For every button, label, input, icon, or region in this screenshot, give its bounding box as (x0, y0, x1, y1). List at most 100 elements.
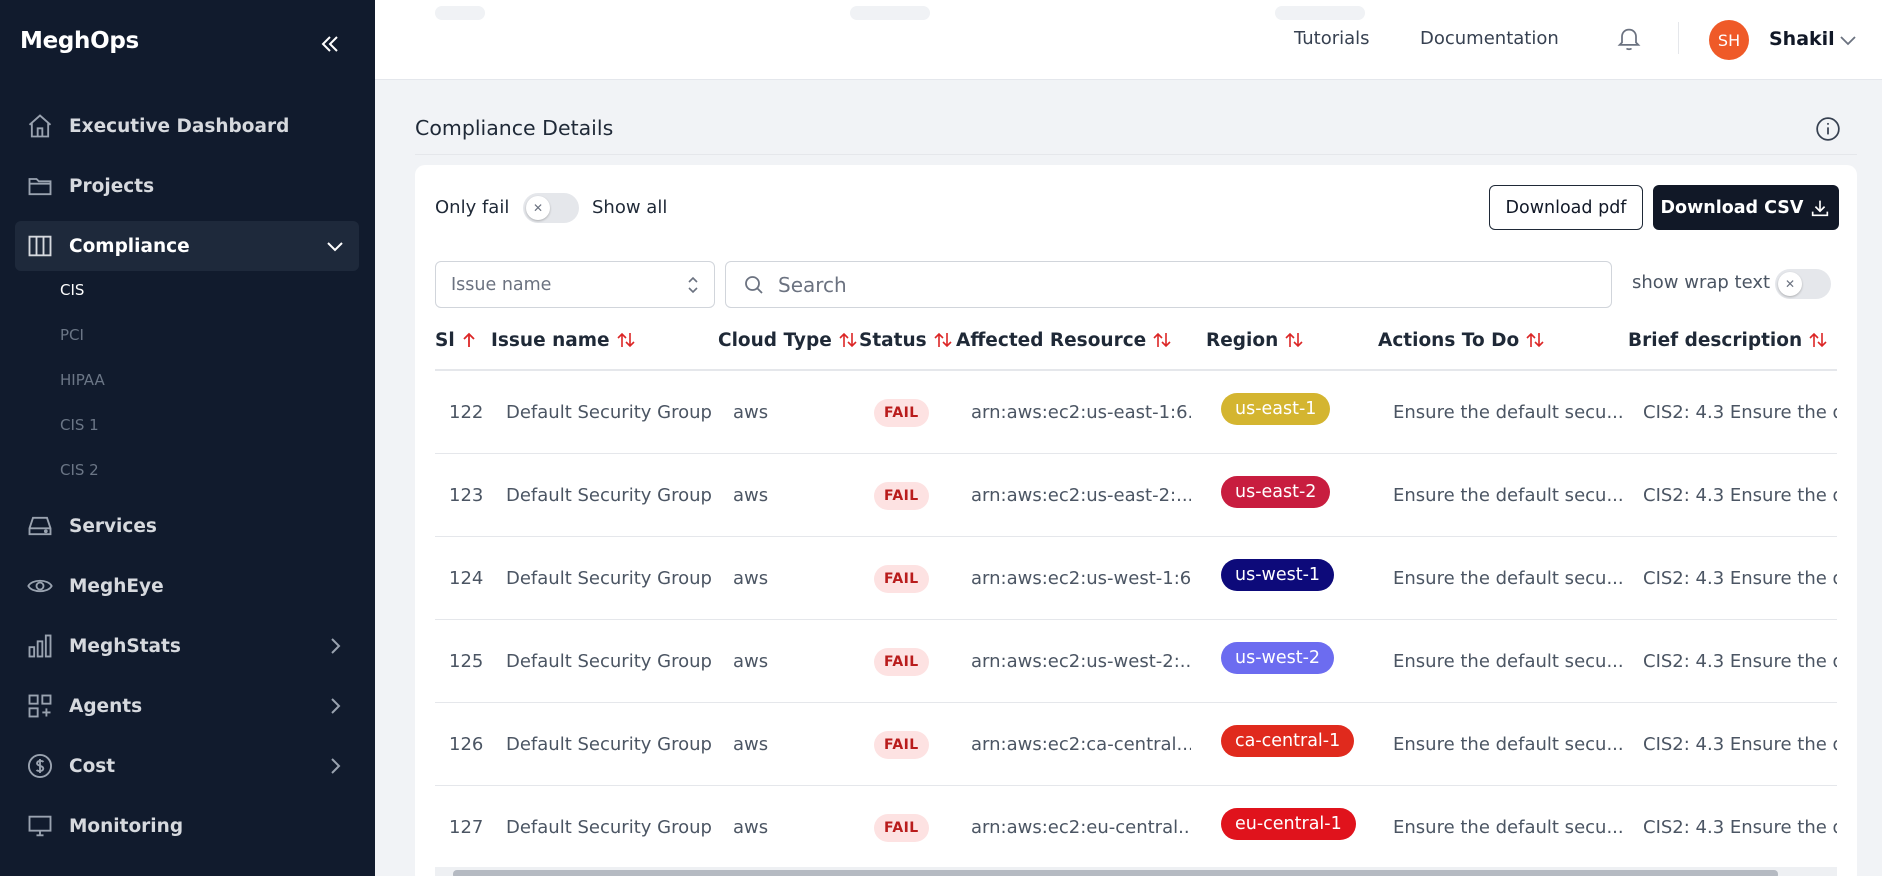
column-header-sl[interactable]: Sl (435, 320, 477, 360)
faded-header-element (435, 6, 485, 20)
info-icon[interactable] (1815, 116, 1841, 142)
columns-icon (25, 231, 55, 261)
column-header-label: Cloud Type (718, 329, 832, 351)
wrap-text-toggle[interactable]: ✕ (1775, 269, 1831, 299)
wrap-text-label: show wrap text (1632, 272, 1771, 293)
download-csv-button[interactable]: Download CSV (1653, 185, 1839, 230)
column-header-issue-name[interactable]: Issue name (491, 320, 636, 360)
sidebar-item-executive-dashboard[interactable]: Executive Dashboard (15, 101, 359, 151)
brand-logo: MeghOps (20, 28, 139, 54)
sort-icon (839, 332, 857, 348)
search-bar[interactable] (725, 261, 1612, 308)
sidebar-item-compliance[interactable]: Compliance (15, 221, 359, 271)
region-badge: ca-central-1 (1221, 724, 1355, 757)
monitor-icon (25, 811, 55, 841)
cell-sl: 122 (449, 402, 484, 423)
drive-icon (25, 511, 55, 541)
table-horizontal-scrollbar[interactable] (435, 867, 1837, 876)
sidebar: MeghOps Executive Dashboard Projects Com… (0, 0, 375, 876)
search-input[interactable] (778, 272, 1578, 297)
sort-up-icon (463, 332, 475, 347)
table-row[interactable]: 123 Default Security Group aws FAIL arn:… (435, 454, 1837, 537)
dollar-icon (25, 751, 55, 781)
collapse-sidebar-icon[interactable] (318, 32, 342, 56)
chevron-down-icon[interactable] (1838, 30, 1858, 50)
cell-actions-to-do: Ensure the default secu... (1393, 817, 1624, 838)
download-pdf-button[interactable]: Download pdf (1489, 185, 1643, 230)
cell-affected-resource: arn:aws:ec2:us-west-1:6... (971, 568, 1191, 589)
header-divider (1678, 22, 1679, 54)
top-header: Tutorials Documentation SH Shakil (375, 0, 1882, 80)
sidebar-item-projects[interactable]: Projects (15, 161, 359, 211)
cell-sl: 127 (449, 817, 484, 838)
status-badge: FAIL (874, 813, 929, 842)
table-row[interactable]: 127 Default Security Group aws FAIL arn:… (435, 786, 1837, 869)
sidebar-subitem-cis-2[interactable]: CIS 2 (60, 461, 99, 479)
sidebar-item-services[interactable]: Services (15, 501, 359, 551)
faded-header-element (850, 6, 930, 20)
column-header-actions-to-do[interactable]: Actions To Do (1378, 320, 1545, 360)
user-name[interactable]: Shakil (1769, 28, 1835, 50)
issue-name-select[interactable]: Issue name (435, 261, 715, 308)
table-row[interactable]: 122 Default Security Group aws FAIL arn:… (435, 371, 1837, 454)
sidebar-item-label: Projects (69, 175, 155, 197)
cell-affected-resource: arn:aws:ec2:eu-central... (971, 817, 1191, 838)
table-row[interactable]: 126 Default Security Group aws FAIL arn:… (435, 703, 1837, 786)
chevron-right-icon (325, 756, 345, 776)
sidebar-item-monitoring[interactable]: Monitoring (15, 801, 359, 851)
table-row[interactable]: 125 Default Security Group aws FAIL arn:… (435, 620, 1837, 703)
region-badge: us-west-2 (1221, 641, 1335, 674)
cell-brief-description: CIS2: 4.3 Ensure the def (1643, 568, 1837, 589)
region-badge: us-west-1 (1221, 558, 1335, 591)
sidebar-item-meghstats[interactable]: MeghStats (15, 621, 359, 671)
sidebar-subitem-pci[interactable]: PCI (60, 326, 84, 344)
sidebar-item-label: Compliance (69, 235, 190, 257)
cell-affected-resource: arn:aws:ec2:ca-central... (971, 734, 1191, 755)
sidebar-item-cost[interactable]: Cost (15, 741, 359, 791)
sidebar-subitem-cis-1[interactable]: CIS 1 (60, 416, 99, 434)
sidebar-subitem-cis[interactable]: CIS (60, 281, 84, 299)
toggle-off-icon: ✕ (526, 196, 550, 220)
cell-brief-description: CIS2: 4.3 Ensure the def (1643, 402, 1837, 423)
sidebar-subitem-hipaa[interactable]: HIPAA (60, 371, 105, 389)
page-title: Compliance Details (415, 116, 614, 140)
select-updown-icon (684, 275, 702, 295)
toggle-off-icon: ✕ (1778, 272, 1802, 296)
cell-issue-name: Default Security Group (506, 568, 712, 589)
sidebar-item-agents[interactable]: Agents (15, 681, 359, 731)
fail-filter-toggle[interactable]: ✕ (523, 193, 579, 223)
avatar[interactable]: SH (1709, 20, 1749, 60)
column-header-status[interactable]: Status (859, 320, 953, 360)
region-badge: us-east-1 (1221, 392, 1331, 425)
tutorials-link[interactable]: Tutorials (1294, 28, 1370, 49)
cell-cloud-type: aws (733, 734, 769, 755)
cell-brief-description: CIS2: 4.3 Ensure the def (1643, 651, 1837, 672)
documentation-link[interactable]: Documentation (1420, 28, 1559, 49)
column-header-brief-description[interactable]: Brief description (1628, 320, 1828, 360)
only-fail-label: Only fail (435, 197, 510, 218)
column-header-region[interactable]: Region (1206, 320, 1304, 360)
issue-name-select-placeholder: Issue name (451, 274, 552, 295)
sidebar-item-label: Executive Dashboard (69, 115, 290, 137)
column-header-affected-resource[interactable]: Affected Resource (956, 320, 1172, 360)
faded-header-element (1275, 6, 1365, 20)
sort-icon (1526, 332, 1544, 348)
notification-bell-icon[interactable] (1615, 25, 1643, 53)
cell-affected-resource: arn:aws:ec2:us-west-2:... (971, 651, 1191, 672)
sidebar-item-megheye[interactable]: MeghEye (15, 561, 359, 611)
cell-sl: 126 (449, 734, 484, 755)
column-header-cloud-type[interactable]: Cloud Type (718, 320, 858, 360)
cell-actions-to-do: Ensure the default secu... (1393, 734, 1624, 755)
status-badge: FAIL (874, 398, 929, 427)
scrollbar-thumb[interactable] (453, 870, 1778, 876)
cell-cloud-type: aws (733, 817, 769, 838)
cell-cloud-type: aws (733, 485, 769, 506)
cell-cloud-type: aws (733, 402, 769, 423)
home-icon (25, 111, 55, 141)
grid-plus-icon (25, 691, 55, 721)
cell-sl: 125 (449, 651, 484, 672)
folder-icon (25, 171, 55, 201)
table-row[interactable]: 124 Default Security Group aws FAIL arn:… (435, 537, 1837, 620)
sidebar-item-label: MeghStats (69, 635, 181, 657)
column-header-label: Sl (435, 329, 455, 351)
